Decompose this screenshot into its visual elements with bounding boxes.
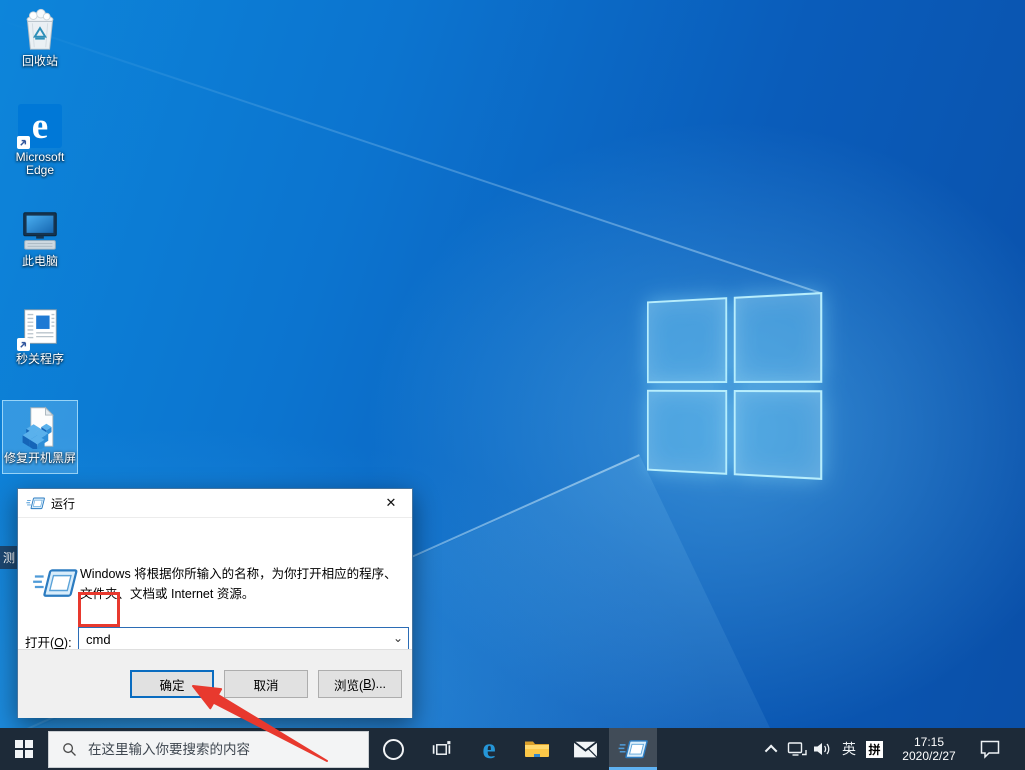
tray-expand-icon[interactable] <box>765 744 778 757</box>
task-view-button[interactable] <box>417 728 465 770</box>
search-input[interactable] <box>86 741 346 758</box>
clock-date: 2020/2/27 <box>897 749 961 763</box>
icon-label: Edge <box>26 164 54 177</box>
clock-time: 17:15 <box>897 735 961 749</box>
recycle-bin-icon <box>17 7 63 53</box>
edge-icon: e <box>482 734 495 764</box>
windows-logo-pane <box>733 390 822 480</box>
windows-start-icon <box>15 740 33 758</box>
shortcut-arrow-icon <box>17 136 30 149</box>
this-pc-icon <box>17 207 63 253</box>
run-icon <box>618 738 648 761</box>
chevron-down-icon[interactable]: ⌄ <box>393 631 403 645</box>
wallpaper-ray-line <box>0 19 820 294</box>
run-dialog: 运行 ✕ Windows 将根据你所输入的名称，为你打开相应的程序、 文件夹、文… <box>17 488 413 718</box>
cancel-button[interactable]: 取消 <box>224 670 308 698</box>
action-center-button[interactable] <box>979 739 1001 759</box>
program-window-icon <box>17 305 63 351</box>
mail-button[interactable] <box>561 728 609 770</box>
browse-button[interactable]: 浏览(B)... <box>318 670 402 698</box>
file-explorer-icon <box>524 739 550 759</box>
mail-icon <box>573 740 598 759</box>
windows-logo-wallpaper <box>647 292 822 480</box>
icon-label: 此电脑 <box>22 255 58 268</box>
ok-button[interactable]: 确定 <box>130 670 214 698</box>
edge-taskbar-button[interactable]: e <box>465 728 513 770</box>
icon-label: 修复开机黑屏 <box>4 452 76 465</box>
task-view-icon <box>431 739 452 760</box>
desktop-icon-this-pc[interactable]: 此电脑 <box>2 204 78 268</box>
annotation-highlight-box <box>78 592 120 627</box>
cortana-icon <box>383 739 404 760</box>
close-icon[interactable]: ✕ <box>370 489 412 517</box>
run-icon <box>26 496 45 511</box>
start-button[interactable] <box>0 728 48 770</box>
system-tray: 英 拼 17:15 2020/2/27 <box>768 728 1025 770</box>
run-icon <box>32 566 78 601</box>
desktop-icon-recycle-bin[interactable]: 回收站 <box>2 4 78 68</box>
windows-logo-pane <box>733 292 822 382</box>
run-dialog-footer: 确定 取消 浏览(B)... <box>18 649 412 718</box>
desktop-icon-quick-close-program[interactable]: 秒关程序 <box>2 302 78 366</box>
desktop-icon-microsoft-edge[interactable]: e Microsoft Edge <box>2 100 78 177</box>
run-dialog-body: Windows 将根据你所输入的名称，为你打开相应的程序、 文件夹、文档或 In… <box>18 518 412 648</box>
network-icon[interactable] <box>787 741 807 757</box>
windows-logo-pane <box>647 297 727 382</box>
run-dialog-description: Windows 将根据你所输入的名称，为你打开相应的程序、 文件夹、文档或 In… <box>80 564 405 604</box>
taskbar-search[interactable] <box>48 731 369 768</box>
windows-logo-pane <box>647 389 727 474</box>
volume-icon[interactable] <box>812 741 832 757</box>
partially-hidden-icon-label[interactable]: 测 <box>0 546 17 569</box>
icon-label: 回收站 <box>22 55 58 68</box>
edge-icon: e <box>17 103 63 149</box>
file-explorer-button[interactable] <box>513 728 561 770</box>
desktop: 回收站 e Microsoft Edge 此电脑 秒关程序 修复开机黑屏 测 运… <box>0 0 1025 770</box>
run-command-input[interactable] <box>79 628 387 651</box>
run-window-taskbar-button[interactable] <box>609 728 657 770</box>
run-dialog-titlebar: 运行 ✕ <box>18 489 412 518</box>
ime-language-indicator[interactable]: 英 <box>840 739 858 759</box>
search-icon <box>62 742 77 757</box>
registry-file-icon <box>17 404 63 450</box>
taskbar-clock[interactable]: 17:15 2020/2/27 <box>897 735 961 763</box>
cortana-button[interactable] <box>369 728 417 770</box>
icon-label: 秒关程序 <box>16 353 64 366</box>
desktop-icon-fix-black-screen[interactable]: 修复开机黑屏 <box>2 400 78 474</box>
ime-mode-indicator[interactable]: 拼 <box>866 741 883 758</box>
notification-icon <box>979 739 1001 759</box>
shortcut-arrow-icon <box>17 338 30 351</box>
taskbar: e <box>0 728 1025 770</box>
dialog-title: 运行 <box>51 495 370 512</box>
